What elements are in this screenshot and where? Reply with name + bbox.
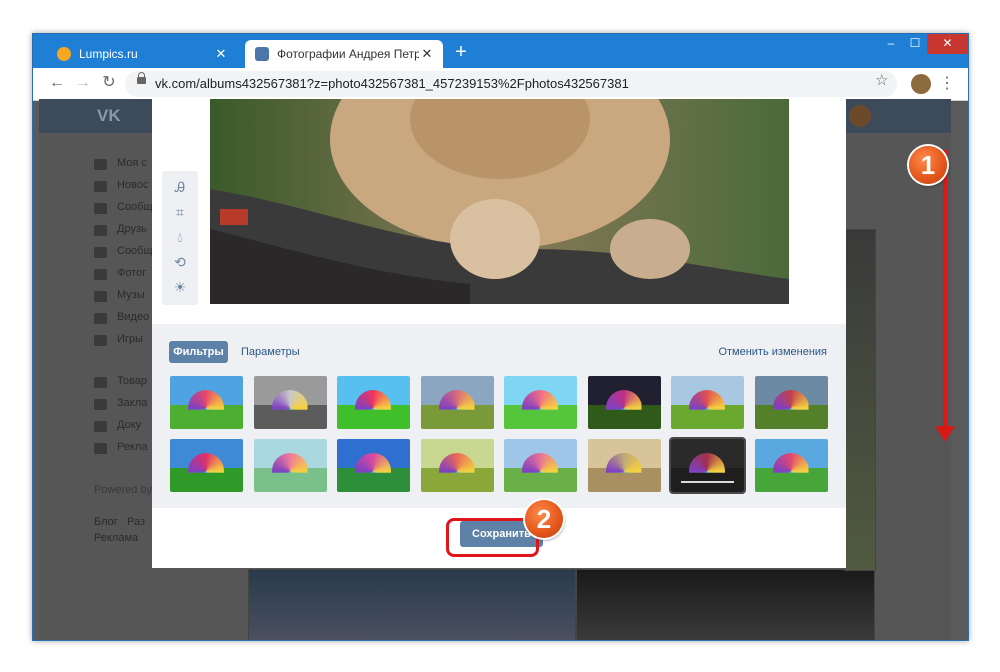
- video-icon: [94, 313, 107, 324]
- crop-tool-icon[interactable]: ⌗: [168, 202, 192, 222]
- album-photo[interactable]: [576, 569, 875, 640]
- scroll-annotation-arrowhead: [935, 426, 955, 442]
- filter-thumbnail[interactable]: [754, 439, 828, 492]
- filter-thumbnail[interactable]: [587, 376, 661, 429]
- lock-icon: [137, 72, 146, 84]
- filter-thumbnail[interactable]: [504, 439, 577, 492]
- sidebar-item-label[interactable]: Товар: [117, 375, 147, 387]
- step-1-badge: 1: [909, 146, 947, 184]
- news-icon: [94, 181, 107, 192]
- close-window-button[interactable]: ✕: [927, 34, 968, 54]
- photo-editor-modal: Ꭿ ⌗ 💧︎ ⟲ ☀ Фильтры Параметры Отменить из…: [152, 99, 846, 568]
- goods-icon: [94, 377, 107, 388]
- filter-thumbnail[interactable]: [754, 376, 828, 429]
- back-arrow-icon[interactable]: ←: [47, 73, 67, 93]
- filter-thumbnail[interactable]: [587, 439, 661, 492]
- tab-filters[interactable]: Фильтры: [169, 341, 228, 363]
- sidebar-item-label[interactable]: Закла: [117, 397, 147, 409]
- tab-strip: Lumpics.ru ✕ Фотографии Андрея Петрова –…: [33, 34, 968, 68]
- browser-toolbar: ← → ↻ vk.com/albums432567381?z=photo4325…: [33, 68, 968, 101]
- url-text[interactable]: vk.com/albums432567381?z=photo432567381_…: [155, 76, 629, 91]
- bookmarks-icon: [94, 399, 107, 410]
- forward-arrow-icon[interactable]: →: [73, 73, 93, 93]
- footer-link-blog[interactable]: Блог: [94, 516, 118, 528]
- lumpics-favicon-icon: [57, 47, 71, 61]
- page-viewport: VK Моя с Новос Сообщ Друзь Сообщ Фотог Музы Вид…: [39, 99, 951, 640]
- filter-thumbnail[interactable]: [420, 439, 494, 492]
- home-icon: [94, 159, 107, 170]
- filter-thumbnail[interactable]: [170, 376, 243, 429]
- filter-thumbnail[interactable]: [420, 376, 494, 429]
- filter-thumbnail[interactable]: [504, 376, 577, 429]
- filter-thumbnail[interactable]: [337, 439, 410, 492]
- address-bar[interactable]: vk.com/albums432567381?z=photo432567381_…: [125, 71, 897, 97]
- vk-favicon-icon: [255, 47, 269, 61]
- filter-thumbnail[interactable]: [671, 376, 744, 429]
- reload-icon[interactable]: ↻: [99, 73, 119, 93]
- album-photo[interactable]: [844, 229, 876, 571]
- edited-photo: [210, 99, 789, 304]
- documents-icon: [94, 421, 107, 432]
- sidebar-item-label[interactable]: Новос: [117, 179, 148, 191]
- sidebar-item-label[interactable]: Игры: [117, 333, 143, 345]
- filter-thumbnail[interactable]: [170, 439, 243, 492]
- filter-thumbnail[interactable]: [253, 376, 327, 429]
- friends-icon: [94, 225, 107, 236]
- tab-parameters[interactable]: Параметры: [241, 341, 300, 363]
- communities-icon: [94, 247, 107, 258]
- sidebar-item-label[interactable]: Сообщ: [117, 201, 153, 213]
- sidebar-item-label[interactable]: Фотог: [117, 267, 146, 279]
- profile-avatar[interactable]: [911, 74, 931, 94]
- close-tab-icon[interactable]: ✕: [419, 46, 435, 62]
- new-tab-button[interactable]: +: [451, 40, 471, 64]
- auto-correct-icon[interactable]: ☀: [168, 277, 192, 297]
- sidebar-item-label[interactable]: Музы: [117, 289, 145, 301]
- powered-by-text: Powered by: [94, 484, 153, 496]
- filter-thumbnail[interactable]: [253, 439, 327, 492]
- album-photo[interactable]: [248, 569, 576, 640]
- games-icon: [94, 335, 107, 346]
- sidebar-item-label[interactable]: Моя с: [117, 157, 147, 169]
- sidebar-item-label[interactable]: Рекла: [117, 441, 147, 453]
- text-tool-icon[interactable]: Ꭿ: [168, 177, 192, 197]
- step-2-badge: 2: [525, 500, 563, 538]
- rotate-tool-icon[interactable]: ⟲: [168, 252, 192, 272]
- filters-panel: Фильтры Параметры Отменить изменения: [152, 324, 846, 508]
- bookmark-star-icon[interactable]: ☆: [875, 71, 888, 89]
- scroll-annotation-arrow: [943, 150, 947, 430]
- editor-toolbar: Ꭿ ⌗ 💧︎ ⟲ ☀: [162, 171, 198, 305]
- photos-icon: [94, 269, 107, 280]
- sidebar-item-label[interactable]: Доку: [117, 419, 141, 431]
- footer-link-dev[interactable]: Раз: [127, 516, 145, 528]
- user-avatar[interactable]: [849, 105, 871, 127]
- browser-menu-icon[interactable]: ⋮: [939, 74, 955, 94]
- undo-changes-link[interactable]: Отменить изменения: [718, 341, 827, 363]
- sidebar-item-label[interactable]: Видео: [117, 311, 149, 323]
- blur-tool-icon[interactable]: 💧︎: [168, 227, 192, 247]
- sidebar-item-label[interactable]: Друзь: [117, 223, 147, 235]
- tab-title: Lumpics.ru: [79, 47, 138, 61]
- footer-link-ads[interactable]: Реклама: [94, 532, 138, 544]
- ads-icon: [94, 443, 107, 454]
- sidebar-item-label[interactable]: Сообщ: [117, 245, 153, 257]
- maximize-button[interactable]: ☐: [903, 34, 927, 54]
- tab-lumpics[interactable]: Lumpics.ru ✕: [47, 40, 237, 68]
- tab-title: Фотографии Андрея Петрова –: [277, 47, 419, 61]
- music-icon: [94, 291, 107, 302]
- vk-logo[interactable]: VK: [97, 106, 121, 126]
- messages-icon: [94, 203, 107, 214]
- tab-vk-photos[interactable]: Фотографии Андрея Петрова – ✕: [245, 40, 443, 68]
- filter-thumbnail[interactable]: [337, 376, 410, 429]
- minimize-button[interactable]: –: [879, 34, 903, 54]
- close-tab-icon[interactable]: ✕: [213, 46, 229, 62]
- filter-thumbnail[interactable]: [669, 437, 746, 494]
